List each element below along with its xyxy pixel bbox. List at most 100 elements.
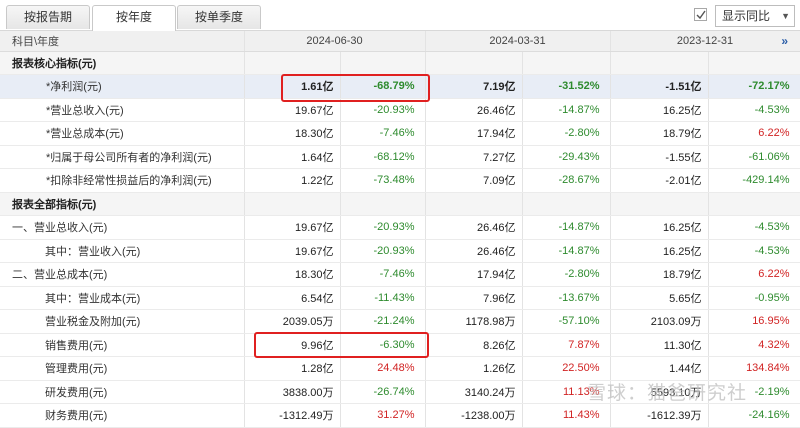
- row-label: *营业总成本(元): [0, 121, 245, 146]
- check-icon: [696, 10, 706, 20]
- value-cell: 1.22亿: [244, 168, 341, 193]
- value-cell: 19.67亿: [244, 239, 341, 263]
- header-date[interactable]: 2024-06-30: [244, 31, 426, 52]
- value-cell: [610, 192, 709, 216]
- table-row[interactable]: *营业总收入(元) 19.67亿 -20.93% 26.46亿 -14.87% 16.25…: [0, 98, 800, 122]
- table-row[interactable]: 一、营业总收入(元) 19.67亿 -20.93% 26.46亿 -14.87% 16.2…: [0, 215, 800, 240]
- table-row[interactable]: 管理费用(元) 1.28亿 24.48% 1.26亿 22.50% 1.44亿 134.84…: [0, 356, 800, 381]
- header-date[interactable]: 2023-12-31: [610, 31, 800, 52]
- table-row[interactable]: 其中：营业成本(元) 6.54亿 -11.43% 7.96亿 -13.67% 5.65亿 -…: [0, 286, 800, 310]
- financial-table: 科目\年度 2024-06-30 2024-03-31 2023-12-31 报…: [0, 31, 800, 428]
- yoy-change-cell: -7.46%: [340, 121, 426, 146]
- section-row[interactable]: 报表全部指标(元): [0, 192, 800, 216]
- value-cell: 18.79亿: [610, 121, 709, 146]
- value-cell: 1178.98万: [425, 309, 523, 334]
- yoy-change-cell: -61.06%: [708, 145, 800, 169]
- yoy-change-cell: -21.24%: [340, 309, 426, 334]
- yoy-change-cell: 7.87%: [522, 333, 611, 357]
- yoy-change-cell: -4.53%: [708, 98, 800, 122]
- yoy-change-cell: 6.22%: [708, 262, 800, 287]
- yoy-change-cell: -14.87%: [522, 98, 611, 122]
- toolbar: 按报告期 按年度 按单季度 显示同比 ▼: [0, 0, 800, 31]
- yoy-change-cell: -13.67%: [522, 286, 611, 310]
- yoy-change-cell: 31.27%: [340, 403, 426, 428]
- tab-by-report-period[interactable]: 按报告期: [6, 5, 90, 29]
- double-chevron-right-icon[interactable]: »: [781, 34, 788, 48]
- yoy-change-cell: -2.19%: [708, 380, 800, 404]
- section-row[interactable]: 报表核心指标(元): [0, 51, 800, 75]
- chevron-down-icon: ▼: [781, 11, 790, 21]
- yoy-change-cell: -68.79%: [340, 74, 426, 99]
- value-cell: 1.44亿: [610, 356, 709, 381]
- value-cell: 6.54亿: [244, 286, 341, 310]
- table-row[interactable]: 研发费用(元) 3838.00万 -26.74% 3140.24万 11.13% 5593…: [0, 380, 800, 404]
- yoy-change-cell: -68.12%: [340, 145, 426, 169]
- value-cell: 9.96亿: [244, 333, 341, 357]
- value-cell: [425, 192, 523, 216]
- yoy-change-cell: -11.43%: [340, 286, 426, 310]
- yoy-change-cell: 11.43%: [522, 403, 611, 428]
- value-cell: 1.64亿: [244, 145, 341, 169]
- value-cell: 16.25亿: [610, 215, 709, 240]
- table-row[interactable]: 财务费用(元) -1312.49万 31.27% -1238.00万 11.43% -16…: [0, 403, 800, 428]
- table-row[interactable]: 其中：营业收入(元) 19.67亿 -20.93% 26.46亿 -14.87% 16.2…: [0, 239, 800, 263]
- value-cell: 3140.24万: [425, 380, 523, 404]
- header-date[interactable]: 2024-03-31: [425, 31, 611, 52]
- yoy-change-cell: -20.93%: [340, 215, 426, 240]
- table-row[interactable]: *净利润(元) 1.61亿 -68.79% 7.19亿 -31.52% -1.51亿 -72…: [0, 74, 800, 99]
- yoy-change-cell: -57.10%: [522, 309, 611, 334]
- table-row[interactable]: 二、营业总成本(元) 18.30亿 -7.46% 17.94亿 -2.80% 18.79亿…: [0, 262, 800, 287]
- yoy-change-cell: -20.93%: [340, 98, 426, 122]
- yoy-change-cell: -20.93%: [340, 239, 426, 263]
- table-row[interactable]: *营业总成本(元) 18.30亿 -7.46% 17.94亿 -2.80% 18.79亿 6…: [0, 121, 800, 146]
- value-cell: 1.26亿: [425, 356, 523, 381]
- table-row[interactable]: *归属于母公司所有者的净利润(元) 1.64亿 -68.12% 7.27亿 -29.43…: [0, 145, 800, 169]
- yoy-change-cell: [522, 51, 611, 75]
- value-cell: [244, 192, 341, 216]
- yoy-change-cell: 22.50%: [522, 356, 611, 381]
- value-cell: 19.67亿: [244, 215, 341, 240]
- compare-select-value: 显示同比: [722, 9, 771, 23]
- value-cell: 11.30亿: [610, 333, 709, 357]
- yoy-change-cell: -24.16%: [708, 403, 800, 428]
- yoy-change-cell: [522, 192, 611, 216]
- tab-by-year[interactable]: 按年度: [92, 5, 176, 31]
- table-row[interactable]: *扣除非经常性损益后的净利润(元) 1.22亿 -73.48% 7.09亿 -28.67…: [0, 168, 800, 193]
- row-label: *营业总收入(元): [0, 98, 245, 122]
- yoy-change-cell: -14.87%: [522, 239, 611, 263]
- tab-by-single-quarter[interactable]: 按单季度: [177, 5, 261, 29]
- value-cell: 18.30亿: [244, 121, 341, 146]
- table-header: 科目\年度 2024-06-30 2024-03-31 2023-12-31: [0, 31, 800, 52]
- yoy-change-cell: [708, 192, 800, 216]
- row-label: 营业税金及附加(元): [0, 309, 245, 334]
- row-label: 一、营业总收入(元): [0, 215, 245, 240]
- yoy-change-cell: [340, 51, 426, 75]
- row-label: 报表核心指标(元): [0, 51, 245, 75]
- row-label: 财务费用(元): [0, 403, 245, 428]
- yoy-change-cell: -31.52%: [522, 74, 611, 99]
- yoy-change-cell: -2.80%: [522, 121, 611, 146]
- row-label: 二、营业总成本(元): [0, 262, 245, 287]
- compare-checkbox[interactable]: [694, 8, 707, 21]
- compare-select[interactable]: 显示同比 ▼: [715, 5, 795, 27]
- yoy-change-cell: -26.74%: [340, 380, 426, 404]
- value-cell: 2103.09万: [610, 309, 709, 334]
- value-cell: 16.25亿: [610, 98, 709, 122]
- header-subject-label: 科目\年度: [0, 31, 245, 52]
- value-cell: 1.61亿: [244, 74, 341, 99]
- table-row[interactable]: 销售费用(元) 9.96亿 -6.30% 8.26亿 7.87% 11.30亿 4.32%: [0, 333, 800, 357]
- yoy-change-cell: -7.46%: [340, 262, 426, 287]
- value-cell: [425, 51, 523, 75]
- yoy-change-cell: -6.30%: [340, 333, 426, 357]
- yoy-change-cell: -0.95%: [708, 286, 800, 310]
- table-row[interactable]: 营业税金及附加(元) 2039.05万 -21.24% 1178.98万 -57.10%…: [0, 309, 800, 334]
- yoy-change-cell: -2.80%: [522, 262, 611, 287]
- value-cell: 5593.10万: [610, 380, 709, 404]
- value-cell: -1.51亿: [610, 74, 709, 99]
- value-cell: 26.46亿: [425, 239, 523, 263]
- value-cell: 26.46亿: [425, 215, 523, 240]
- value-cell: -1238.00万: [425, 403, 523, 428]
- value-cell: 8.26亿: [425, 333, 523, 357]
- yoy-change-cell: -14.87%: [522, 215, 611, 240]
- value-cell: -1612.39万: [610, 403, 709, 428]
